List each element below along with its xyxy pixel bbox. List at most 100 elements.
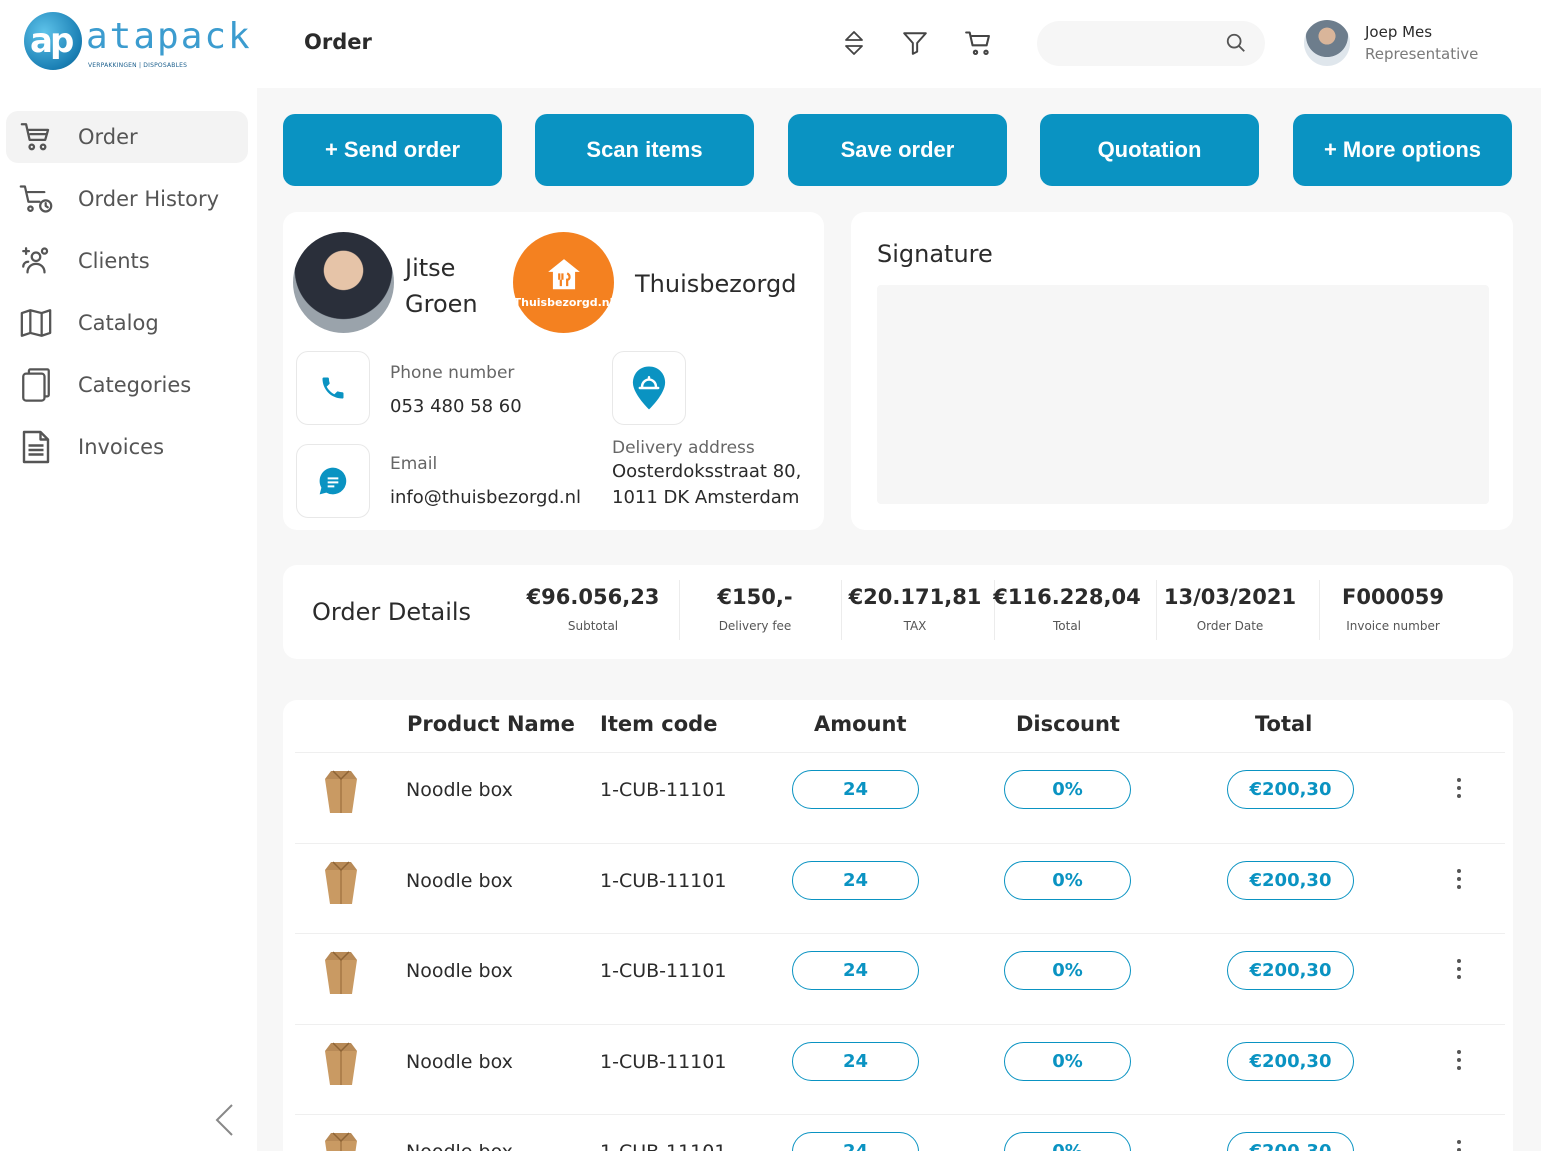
kebab-dot xyxy=(1457,1049,1461,1054)
row-menu-button[interactable] xyxy=(1447,1045,1471,1075)
amount-field[interactable]: 24 xyxy=(792,770,919,809)
table-row[interactable]: Noodle box 1-CUB-11101 24 0% €200,30 xyxy=(295,842,1505,933)
kebab-dot xyxy=(1457,884,1461,889)
row-total: €200,30 xyxy=(1227,951,1354,990)
product-name: Noodle box xyxy=(406,960,513,982)
user-role: Representative xyxy=(1365,45,1479,63)
discount-field[interactable]: 0% xyxy=(1004,770,1131,809)
column-header-total[interactable]: Total xyxy=(1255,712,1312,736)
scan-items-button[interactable]: Scan items xyxy=(535,114,754,186)
search-input[interactable] xyxy=(1037,21,1265,66)
client-card: Jitse Groen Thuisbezorgd.nl Thuisbezorgd… xyxy=(283,212,824,530)
chat-bubble-icon xyxy=(319,467,347,495)
address-line-2: 1011 DK Amsterdam xyxy=(612,487,800,508)
row-menu-button[interactable] xyxy=(1447,1135,1471,1151)
sort-icon xyxy=(845,31,863,55)
save-order-button[interactable]: Save order xyxy=(788,114,1007,186)
table-row[interactable]: Noodle box 1-CUB-11101 24 0% €200,30 xyxy=(295,1114,1505,1151)
clients-icon xyxy=(16,241,56,281)
signature-title: Signature xyxy=(877,240,993,268)
sidebar-nav: Order Order History Clients Catalog Cate… xyxy=(6,111,248,483)
noodle-box-icon xyxy=(325,1132,357,1151)
quotation-button[interactable]: Quotation xyxy=(1040,114,1259,186)
sidebar-item-label: Categories xyxy=(78,373,192,397)
amount-field[interactable]: 24 xyxy=(792,860,919,900)
column-header-discount[interactable]: Discount xyxy=(1016,712,1120,736)
amount-field[interactable]: 24 xyxy=(792,951,919,990)
sidebar-item-catalog[interactable]: Catalog xyxy=(6,297,248,349)
product-name: Noodle box xyxy=(406,869,513,892)
row-menu-button[interactable] xyxy=(1447,954,1471,984)
noodle-box-icon xyxy=(325,770,357,813)
product-name: Noodle box xyxy=(406,779,513,801)
sidebar-item-label: Catalog xyxy=(78,311,159,335)
user-avatar[interactable] xyxy=(1304,20,1350,66)
sidebar-item-order[interactable]: Order xyxy=(6,111,248,163)
search-icon xyxy=(1226,33,1245,52)
kebab-dot xyxy=(1457,794,1461,798)
stat-subtotal: €96.056,23 Subtotal xyxy=(526,585,660,633)
table-row[interactable]: Noodle box 1-CUB-11101 24 0% €200,30 xyxy=(295,752,1505,842)
kebab-dot xyxy=(1457,1065,1461,1070)
row-menu-button[interactable] xyxy=(1447,864,1471,894)
discount-field[interactable]: 0% xyxy=(1004,1132,1131,1151)
kebab-dot xyxy=(1457,967,1461,971)
column-header-amount[interactable]: Amount xyxy=(814,712,907,736)
row-menu-button[interactable] xyxy=(1447,773,1471,803)
discount-field[interactable]: 0% xyxy=(1004,860,1131,900)
item-code: 1-CUB-11101 xyxy=(600,1141,726,1151)
stat-tax: €20.171,81 TAX xyxy=(848,585,982,633)
noodle-box-icon xyxy=(325,860,357,904)
row-total: €200,30 xyxy=(1227,860,1354,900)
chevron-left-icon xyxy=(215,1104,233,1136)
discount-field[interactable]: 0% xyxy=(1004,1041,1131,1081)
sidebar-item-invoices[interactable]: Invoices xyxy=(6,421,248,473)
sidebar-item-label: Clients xyxy=(78,249,150,273)
sidebar-item-order-history[interactable]: Order History xyxy=(6,173,248,225)
email-label: Email xyxy=(390,454,438,474)
book-icon xyxy=(16,303,56,343)
company-logo: Thuisbezorgd.nl xyxy=(513,232,614,333)
discount-field[interactable]: 0% xyxy=(1004,951,1131,990)
amount-field[interactable]: 24 xyxy=(792,1041,919,1081)
signature-card: Signature xyxy=(851,212,1513,530)
sidebar: ap atapack VERPAKKINGEN | DISPOSABLES Or… xyxy=(0,0,257,1151)
atapack-logo[interactable]: ap atapack VERPAKKINGEN | DISPOSABLES xyxy=(24,12,250,74)
sort-button[interactable] xyxy=(837,26,871,60)
email-value[interactable]: info@thuisbezorgd.nl xyxy=(390,487,581,508)
address-line-1: Oosterdoksstraat 80, xyxy=(612,461,802,482)
table-row[interactable]: Noodle box 1-CUB-11101 24 0% €200,30 xyxy=(295,933,1505,1023)
kebab-dot xyxy=(1457,975,1461,979)
table-row[interactable]: Noodle box 1-CUB-11101 24 0% €200,30 xyxy=(295,1023,1505,1114)
send-order-button[interactable]: + Send order xyxy=(283,114,502,186)
amount-field[interactable]: 24 xyxy=(792,1132,919,1151)
filter-button[interactable] xyxy=(898,26,932,60)
product-name: Noodle box xyxy=(406,1050,513,1073)
kebab-dot xyxy=(1457,1057,1461,1062)
user-name: Joep Mes xyxy=(1365,23,1433,41)
product-thumbnail xyxy=(315,1127,367,1151)
product-name: Noodle box xyxy=(406,1141,513,1151)
column-header-code[interactable]: Item code xyxy=(600,712,717,736)
stat-total: €116.228,04 Total xyxy=(993,585,1141,633)
cart-button[interactable] xyxy=(962,26,996,60)
company-name: Thuisbezorgd xyxy=(635,270,797,298)
kebab-dot xyxy=(1457,868,1461,873)
sidebar-item-categories[interactable]: Categories xyxy=(6,359,248,411)
email-button[interactable] xyxy=(296,444,370,518)
column-header-product[interactable]: Product Name xyxy=(407,712,575,736)
phone-value[interactable]: 053 480 58 60 xyxy=(390,396,522,417)
kebab-dot xyxy=(1457,778,1461,782)
collapse-sidebar-button[interactable] xyxy=(210,1100,240,1140)
sidebar-item-clients[interactable]: Clients xyxy=(6,235,248,287)
filter-icon xyxy=(903,32,927,55)
signature-pad[interactable] xyxy=(877,285,1489,504)
item-code: 1-CUB-11101 xyxy=(600,960,727,982)
stack-icon xyxy=(16,365,56,405)
house-fork-knife-icon xyxy=(547,259,580,290)
location-pin-icon xyxy=(632,366,666,410)
call-button[interactable] xyxy=(296,351,370,425)
delivery-location-button[interactable] xyxy=(612,351,686,425)
more-options-button[interactable]: + More options xyxy=(1293,114,1512,186)
item-code: 1-CUB-11101 xyxy=(600,1050,727,1073)
